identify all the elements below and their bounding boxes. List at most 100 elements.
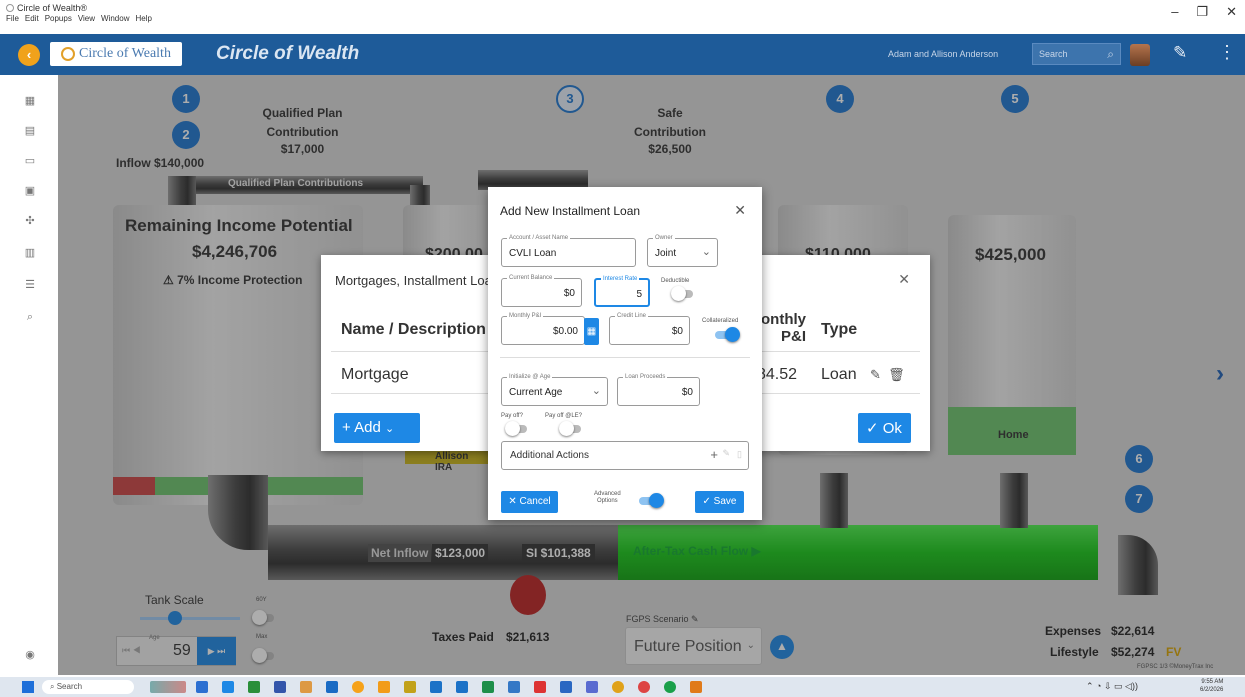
trash-icon[interactable]: 🗑 xyxy=(888,367,905,382)
logo: Circle of Wealth xyxy=(50,42,182,66)
system-tray-icons[interactable]: ⌃ ◔ ⇩ ▭ ◁)) xyxy=(1086,681,1138,692)
menu-file[interactable]: File xyxy=(6,14,19,23)
minimize-button[interactable]: – xyxy=(1171,4,1178,20)
app-icon-8[interactable] xyxy=(456,681,468,693)
close-icon[interactable]: ✕ xyxy=(734,202,746,219)
close-icon[interactable]: ✕ xyxy=(898,271,910,288)
col-type-header: Type xyxy=(821,321,858,338)
app-icon-3[interactable] xyxy=(274,681,286,693)
deductible-toggle[interactable] xyxy=(671,286,693,301)
window-controls: – ❐ ✕ xyxy=(1171,4,1237,20)
cancel-button[interactable]: ✕ Cancel xyxy=(501,491,558,513)
trash-icon[interactable]: ▯ xyxy=(737,449,742,460)
app-icon-6[interactable] xyxy=(378,681,390,693)
app-icon-13[interactable] xyxy=(586,681,598,693)
avatar[interactable] xyxy=(1130,44,1150,66)
menu-window[interactable]: Window xyxy=(101,14,129,23)
collateralized-toggle[interactable] xyxy=(715,327,740,342)
zoom-icon[interactable]: ⌕ xyxy=(24,311,36,323)
account-name-field[interactable]: Account / Asset Name CVLI Loan xyxy=(501,234,636,267)
ok-button[interactable]: ✓ Ok xyxy=(858,413,911,443)
presentation-icon[interactable]: ▣ xyxy=(24,185,36,197)
mortgages-dialog-title: Mortgages, Installment Loans xyxy=(335,273,506,288)
add-loan-modal: Add New Installment Loan ✕ Account / Ass… xyxy=(488,187,762,520)
pencil-icon[interactable]: ✎ xyxy=(722,448,730,459)
row-name[interactable]: Mortgage xyxy=(341,366,409,384)
app-small-icon xyxy=(6,4,14,12)
document-icon[interactable]: ▭ xyxy=(24,155,36,167)
owner-select[interactable]: Owner Joint ⌄ xyxy=(647,234,718,267)
menubar: File Edit Popups View Window Help xyxy=(6,14,152,23)
menu-edit[interactable]: Edit xyxy=(25,14,39,23)
advanced-options-toggle[interactable] xyxy=(639,493,664,508)
window-titlebar: Circle of Wealth® File Edit Popups View … xyxy=(0,0,1245,24)
close-window-button[interactable]: ✕ xyxy=(1226,4,1237,20)
deductible-label: Deductible xyxy=(661,278,690,284)
layers-icon[interactable]: ▥ xyxy=(24,247,36,259)
app-icon-1[interactable] xyxy=(222,681,234,693)
interest-rate-field[interactable]: Interest Rate 5 xyxy=(594,275,650,307)
pencil-icon[interactable]: ✎ xyxy=(870,367,881,382)
clock[interactable]: 9:55 AM 6/2/2026 xyxy=(1200,678,1223,694)
app-icon-10[interactable] xyxy=(508,681,520,693)
app-icon-14[interactable] xyxy=(612,681,624,693)
modal-divider xyxy=(500,357,750,358)
task-view-icon[interactable] xyxy=(196,681,208,693)
dashboard-icon[interactable]: ▦ xyxy=(24,95,36,107)
weather-icon[interactable] xyxy=(150,681,186,693)
search-icon: ⌕ xyxy=(1107,47,1114,61)
chevron-down-icon: ⌄ xyxy=(384,423,395,435)
calculator-icon[interactable]: ▤ xyxy=(24,125,36,137)
add-button[interactable]: + Add ⌄ xyxy=(334,413,420,443)
payoff-label: Pay off? xyxy=(501,413,523,419)
taskbar-search[interactable]: ⌕ Search xyxy=(42,680,134,694)
menu-view[interactable]: View xyxy=(78,14,95,23)
advanced-options-label: Advanced Options xyxy=(594,491,621,504)
app-icon-2[interactable] xyxy=(248,681,260,693)
browser-icon[interactable] xyxy=(352,681,364,693)
payoff-le-label: Pay off @LE? xyxy=(545,413,583,419)
app-icon-15[interactable] xyxy=(638,681,650,693)
save-button[interactable]: ✓ Save xyxy=(695,491,744,513)
row-type: Loan xyxy=(821,366,857,383)
app-icon-17[interactable] xyxy=(690,681,702,693)
app-icon-4[interactable] xyxy=(300,681,312,693)
app-icon-5[interactable] xyxy=(326,681,338,693)
calculator-icon[interactable]: ▦ xyxy=(584,318,599,345)
loan-proceeds-field[interactable]: Loan Proceeds $0 xyxy=(617,373,700,406)
menu-help[interactable]: Help xyxy=(135,14,151,23)
row-pi: 84.52 xyxy=(757,366,798,383)
network-icon[interactable]: ✣ xyxy=(24,215,36,227)
app-icon-12[interactable] xyxy=(560,681,572,693)
app-icon-16[interactable] xyxy=(664,681,676,693)
search-input[interactable]: Search ⌕ xyxy=(1032,43,1121,65)
additional-actions-panel[interactable]: Additional Actions + ✎ ▯ xyxy=(501,441,749,470)
back-button[interactable]: ‹ xyxy=(18,44,40,66)
more-menu-icon[interactable]: ⋮ xyxy=(1218,42,1236,63)
logo-icon xyxy=(61,47,76,61)
monthly-pi-field[interactable]: Monthly P&I $0.00 xyxy=(501,312,585,345)
client-name[interactable]: Adam and Allison Anderson xyxy=(888,49,998,59)
edit-icon[interactable]: ✎ xyxy=(1173,43,1187,63)
start-icon[interactable] xyxy=(22,681,34,693)
app-icon-9[interactable] xyxy=(482,681,494,693)
initialize-age-select[interactable]: Initialize @ Age Current Age ⌄ xyxy=(501,373,608,406)
taskbar: ⌕ Search ⌃ ◔ ⇩ ▭ ◁)) 9:55 AM 6/2/2026 xyxy=(0,677,1245,697)
app-icon-7[interactable] xyxy=(430,681,442,693)
camera-icon[interactable]: ◉ xyxy=(24,649,36,661)
plus-icon[interactable]: + xyxy=(710,447,718,462)
chevron-down-icon: ⌄ xyxy=(701,246,711,258)
menu-popups[interactable]: Popups xyxy=(45,14,72,23)
col-name-header: Name / Description xyxy=(341,321,486,338)
feed-icon[interactable]: ☰ xyxy=(24,279,36,291)
payoff-toggle[interactable] xyxy=(505,421,527,436)
credit-line-field[interactable]: Credit Line $0 xyxy=(609,312,690,345)
payoff-le-toggle[interactable] xyxy=(559,421,581,436)
current-balance-field[interactable]: Current Balance $0 xyxy=(501,274,582,307)
app-icon-11[interactable] xyxy=(534,681,546,693)
window-title: Circle of Wealth® xyxy=(6,3,87,13)
page-title: Circle of Wealth xyxy=(216,43,360,64)
maximize-button[interactable]: ❐ xyxy=(1196,4,1208,20)
folder-icon[interactable] xyxy=(404,681,416,693)
chevron-down-icon: ⌄ xyxy=(591,385,601,397)
